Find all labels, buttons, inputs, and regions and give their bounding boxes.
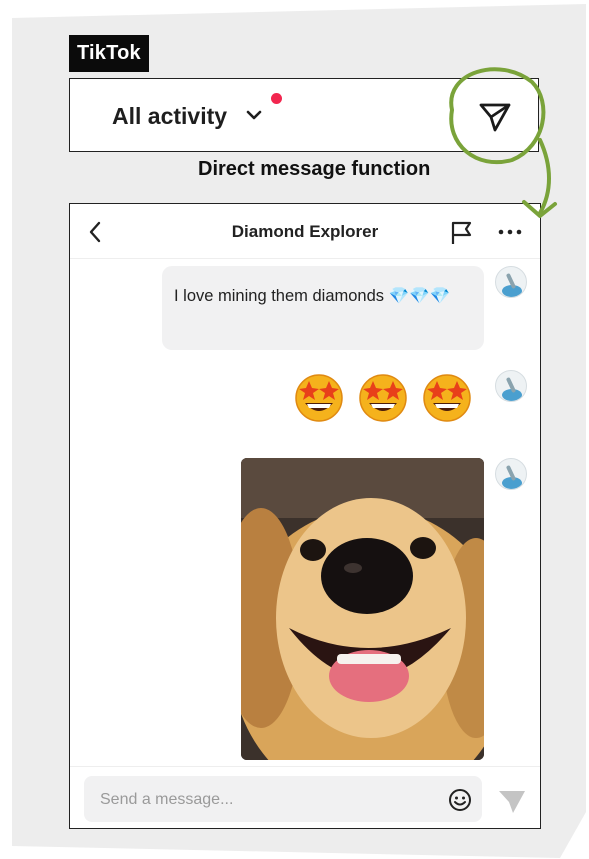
notification-dot xyxy=(271,93,282,104)
activity-dropdown[interactable]: All activity xyxy=(112,103,227,130)
chat-screen: Diamond Explorer I love mining them diam… xyxy=(69,203,541,829)
avatar-image xyxy=(502,273,522,297)
message-input-box xyxy=(84,776,482,824)
activity-bar: All activity xyxy=(69,78,539,152)
message-input[interactable] xyxy=(98,776,432,824)
message-bubble: I love mining them diamonds 💎💎💎 xyxy=(162,266,484,350)
more-dots-icon[interactable] xyxy=(498,229,522,235)
avatar-image xyxy=(502,377,522,401)
star-struck-emoji-icon xyxy=(359,374,407,422)
brand-label: TikTok xyxy=(69,35,149,72)
annotation-caption: Direct message function xyxy=(198,158,431,180)
avatar-image xyxy=(502,465,522,489)
dog-image xyxy=(241,458,484,760)
star-struck-emoji-icon xyxy=(295,374,343,422)
paper-plane-icon[interactable] xyxy=(478,101,512,133)
avatar xyxy=(495,458,527,490)
chevron-down-icon[interactable] xyxy=(246,109,262,121)
chat-header: Diamond Explorer xyxy=(70,204,540,259)
flag-icon[interactable] xyxy=(450,220,474,246)
avatar xyxy=(495,370,527,402)
emoji-message xyxy=(292,370,484,429)
smiley-icon[interactable] xyxy=(448,788,472,812)
avatar xyxy=(495,266,527,298)
send-icon[interactable] xyxy=(497,789,527,815)
star-struck-emoji-icon xyxy=(423,374,471,422)
dog-photo[interactable] xyxy=(241,458,484,760)
message-composer xyxy=(70,766,540,828)
